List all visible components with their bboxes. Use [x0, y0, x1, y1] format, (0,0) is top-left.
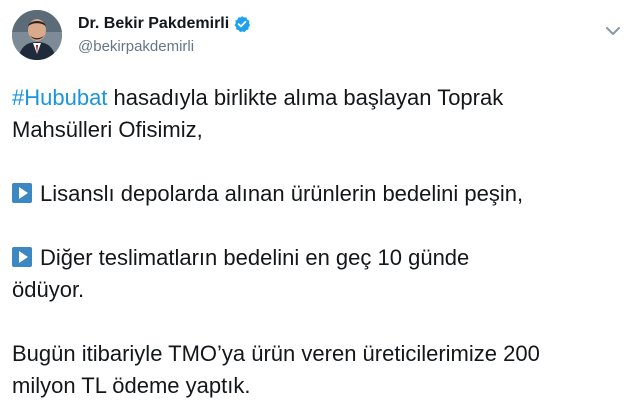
- bullet-item-text: Lisanslı depolarda alınan ürünlerin bede…: [40, 181, 524, 206]
- tweet-line: Mahsülleri Ofisimiz,: [12, 117, 203, 142]
- tweet-line: milyon TL ödeme yaptık.: [12, 373, 251, 398]
- chevron-down-icon[interactable]: [604, 22, 622, 40]
- bullet-item: Lisanslı depolarda alınan ürünlerin bede…: [12, 178, 622, 210]
- tweet-line: #Hububat hasadıyla birlikte alıma başlay…: [12, 82, 622, 114]
- author-names: Dr. Bekir Pakdemirli @bekirpakdemirli: [78, 13, 251, 55]
- play-button-icon: [12, 247, 32, 267]
- bullet-item-text: Diğer teslimatların bedelini en geç 10 g…: [40, 245, 470, 270]
- verified-badge-icon: [233, 15, 251, 33]
- hashtag-link[interactable]: #Hububat: [12, 85, 107, 110]
- tweet-header: Dr. Bekir Pakdemirli @bekirpakdemirli: [12, 10, 628, 62]
- bullet-item: Diğer teslimatların bedelini en geç 10 g…: [12, 242, 622, 274]
- avatar[interactable]: [12, 10, 62, 60]
- display-name[interactable]: Dr. Bekir Pakdemirli: [78, 15, 229, 33]
- name-row: Dr. Bekir Pakdemirli: [78, 13, 251, 35]
- handle[interactable]: @bekirpakdemirli: [78, 38, 251, 55]
- tweet-text: #Hububat hasadıyla birlikte alıma başlay…: [12, 82, 622, 402]
- play-button-icon: [12, 183, 32, 203]
- tweet-line: Bugün itibariyle TMO’ya ürün veren üreti…: [12, 341, 540, 366]
- tweet-line: ödüyor.: [12, 277, 85, 302]
- tweet-text-segment: hasadıyla birlikte alıma başlayan Toprak: [107, 85, 504, 110]
